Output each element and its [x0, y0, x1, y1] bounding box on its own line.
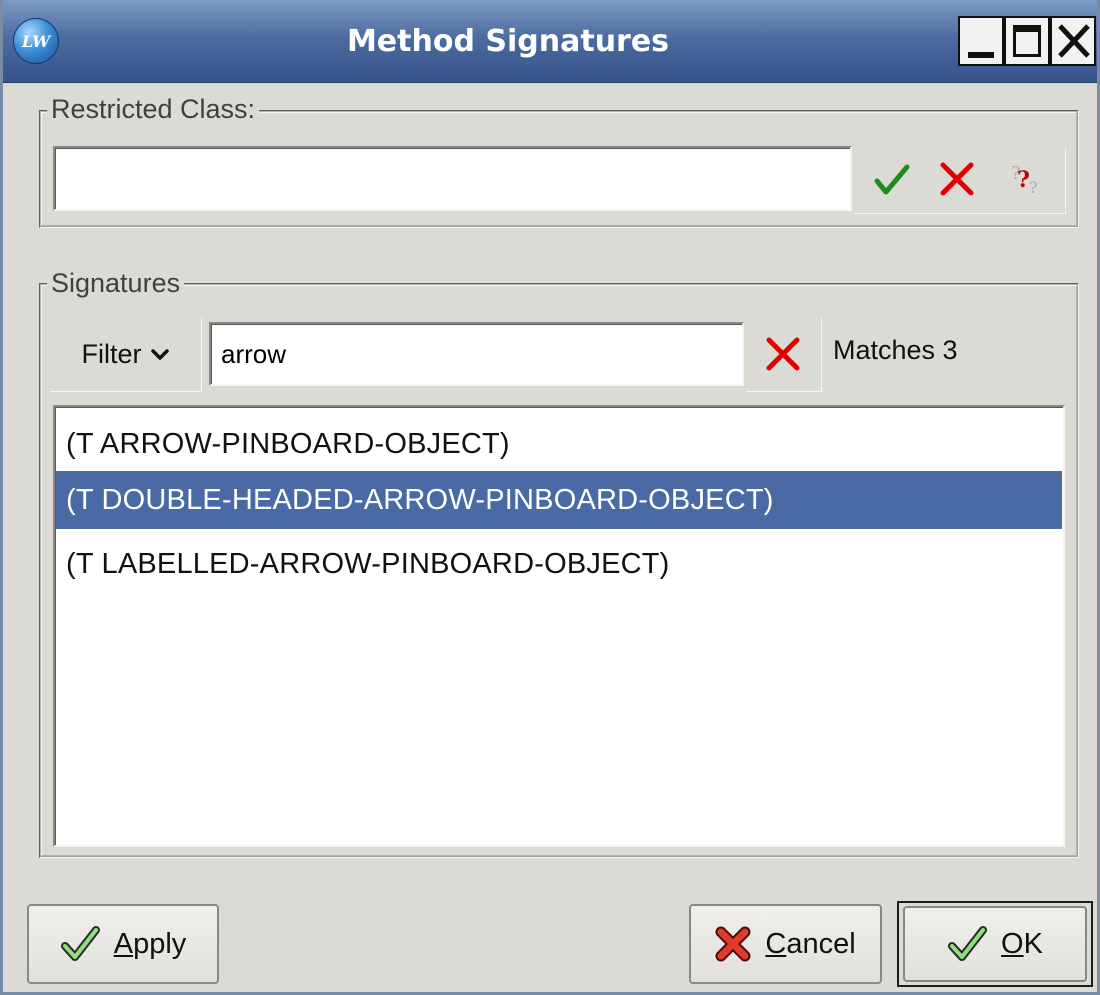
- list-item[interactable]: (T LABELLED-ARROW-PINBOARD-OBJECT): [56, 535, 1062, 593]
- matches-count: Matches 3: [833, 335, 958, 365]
- filter-input[interactable]: [209, 322, 744, 386]
- apply-label: Apply: [113, 927, 187, 960]
- cancel-button[interactable]: Cancel: [689, 904, 882, 984]
- filter-dropdown-button[interactable]: Filter: [50, 318, 202, 392]
- filter-label: Filter: [81, 339, 142, 369]
- minimize-button[interactable]: [958, 16, 1004, 66]
- check-icon: [948, 926, 988, 961]
- chevron-down-icon: [150, 348, 169, 360]
- title-bar[interactable]: LW Method Signatures: [3, 0, 1097, 83]
- close-icon: [1058, 24, 1090, 58]
- maximize-button[interactable]: [1004, 16, 1050, 66]
- cancel-label: Cancel: [765, 927, 856, 960]
- signatures-label: Signatures: [47, 268, 185, 299]
- ok-button[interactable]: OK: [903, 906, 1087, 982]
- apply-button[interactable]: Apply: [27, 904, 219, 984]
- clear-x-icon[interactable]: [935, 157, 979, 201]
- restricted-class-label: Restricted Class:: [47, 94, 260, 125]
- help-question-icon[interactable]: ? ? ?: [1005, 157, 1049, 201]
- list-item[interactable]: (T ARROW-PINBOARD-OBJECT): [56, 415, 1062, 473]
- clear-filter-icon[interactable]: [761, 332, 805, 376]
- close-window-button[interactable]: [1050, 16, 1096, 66]
- method-signatures-dialog: LW Method Signatures Restricted Class: ?…: [0, 0, 1100, 995]
- svg-text:?: ?: [1029, 178, 1038, 197]
- ok-label: OK: [1001, 927, 1043, 960]
- signatures-list[interactable]: (T ARROW-PINBOARD-OBJECT) (T DOUBLE-HEAD…: [53, 405, 1065, 847]
- confirm-check-icon[interactable]: [869, 157, 913, 201]
- list-item-selected[interactable]: (T DOUBLE-HEADED-ARROW-PINBOARD-OBJECT): [56, 471, 1062, 529]
- restricted-class-input[interactable]: [53, 146, 852, 211]
- window-title: Method Signatures: [346, 23, 670, 59]
- cancel-x-icon: [715, 926, 751, 962]
- check-icon: [60, 926, 100, 961]
- svg-text:?: ?: [1017, 167, 1030, 193]
